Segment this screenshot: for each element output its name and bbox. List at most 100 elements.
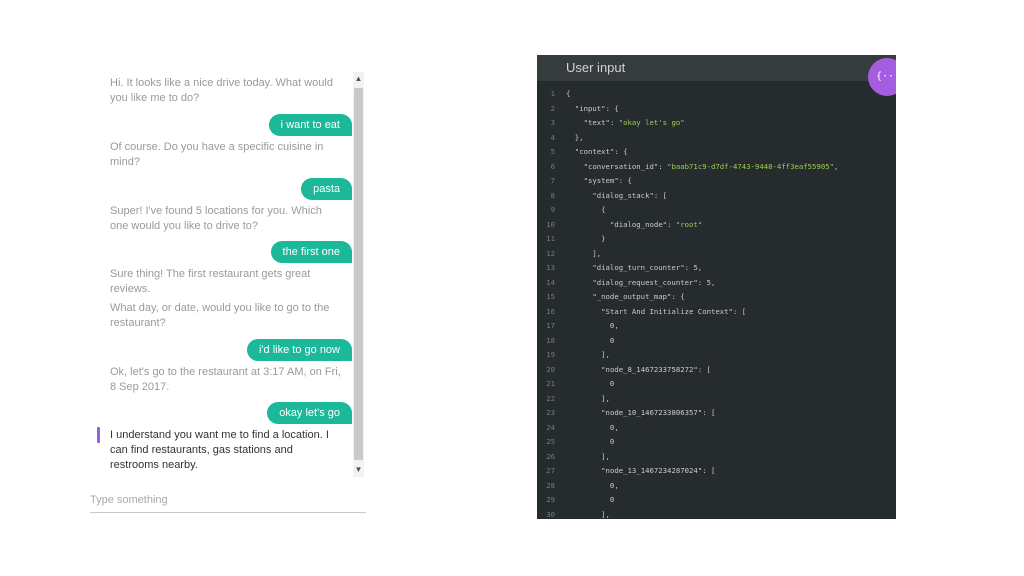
line-number: 20 bbox=[546, 364, 555, 374]
line-number: 25 bbox=[546, 437, 555, 446]
scroll-down-arrow-icon[interactable]: ▼ bbox=[353, 463, 364, 477]
code-text: ], bbox=[566, 248, 602, 258]
code-text: "dialog_turn_counter": 5, bbox=[592, 263, 703, 272]
scrollbar-thumb[interactable] bbox=[354, 88, 363, 460]
user-message: okay let's go bbox=[267, 402, 352, 424]
code-line: 8 "dialog_stack": [ bbox=[537, 189, 896, 204]
code-text: "node_10_1467233806357": [ bbox=[601, 408, 716, 417]
code-line: 22 ], bbox=[537, 392, 896, 407]
line-number: 8 bbox=[550, 190, 555, 200]
code-line: 19 ], bbox=[537, 348, 896, 363]
line-number: 2 bbox=[550, 103, 555, 113]
code-text: ], bbox=[566, 350, 610, 359]
line-number: 28 bbox=[546, 480, 555, 490]
line-number: 22 bbox=[546, 393, 555, 403]
bot-message: Sure thing! The first restaurant gets gr… bbox=[110, 268, 311, 295]
chat-message-list: Hi. It looks like a nice drive today. Wh… bbox=[90, 72, 352, 480]
code-line: 18 0 bbox=[537, 334, 896, 349]
code-line: 23 "node_10_1467233806357": [ bbox=[537, 406, 896, 421]
code-text: 0, bbox=[566, 321, 619, 330]
line-number: 6 bbox=[550, 161, 555, 171]
code-line: 11 } bbox=[537, 232, 896, 247]
code-text: ], bbox=[566, 451, 610, 461]
line-number: 11 bbox=[546, 234, 555, 243]
code-text: }, bbox=[566, 132, 584, 142]
bot-message: Super! I've found 5 locations for you. W… bbox=[110, 205, 322, 232]
code-line: 16 "Start And Initialize Context": [ bbox=[537, 305, 896, 320]
code-text: { bbox=[566, 89, 571, 98]
code-line: 29 0 bbox=[537, 493, 896, 508]
code-line: 15 "_node_output_map": { bbox=[537, 290, 896, 305]
line-number: 3 bbox=[550, 118, 555, 127]
latest-message-marker bbox=[97, 427, 100, 443]
code-line: 5 "context": { bbox=[537, 145, 896, 160]
line-number: 1 bbox=[550, 89, 555, 98]
code-line: 30 ], bbox=[537, 508, 896, 520]
line-number: 23 bbox=[546, 408, 555, 417]
line-number: 16 bbox=[546, 306, 555, 316]
chat-input[interactable] bbox=[90, 490, 360, 510]
line-number: 17 bbox=[546, 321, 555, 330]
code-text: "dialog_request_counter": 5, bbox=[592, 277, 716, 287]
line-number: 14 bbox=[546, 277, 555, 287]
line-number: 5 bbox=[550, 147, 555, 156]
code-line: 7 "system": { bbox=[537, 174, 896, 189]
user-message: i want to eat bbox=[268, 114, 352, 136]
code-text: ], bbox=[566, 393, 610, 403]
code-text: "dialog_stack": [ bbox=[592, 190, 668, 200]
code-text: 0 bbox=[566, 437, 615, 446]
code-line: 13 "dialog_turn_counter": 5, bbox=[537, 261, 896, 276]
code-text: 0 bbox=[566, 495, 615, 504]
json-panel-title: User input bbox=[566, 60, 626, 75]
line-number: 15 bbox=[546, 292, 555, 301]
code-line: 2 "input": { bbox=[537, 102, 896, 117]
line-number: 24 bbox=[546, 422, 555, 432]
line-number: 7 bbox=[550, 176, 555, 185]
bot-message: Ok, let's go to the restaurant at 3:17 A… bbox=[110, 366, 341, 393]
code-line: 27 "node_13_1467234287024": [ bbox=[537, 464, 896, 479]
code-line: 25 0 bbox=[537, 435, 896, 450]
json-panel-header: User input bbox=[537, 55, 896, 81]
code-text: "dialog_node": "root" bbox=[609, 219, 703, 229]
bot-message: Of course. Do you have a specific cuisin… bbox=[110, 141, 324, 168]
code-text: 0, bbox=[566, 480, 619, 490]
scroll-up-arrow-icon[interactable]: ▲ bbox=[353, 72, 364, 86]
bot-message: Hi. It looks like a nice drive today. Wh… bbox=[110, 77, 333, 104]
code-line: 20 "node_8_1467233758272": [ bbox=[537, 363, 896, 378]
code-text: "text": "okay let's go" bbox=[583, 118, 685, 127]
code-text: "conversation_id": "baab71c9-d7df-4743-9… bbox=[583, 161, 839, 171]
code-line: 1{ bbox=[537, 87, 896, 102]
code-line: 24 0, bbox=[537, 421, 896, 436]
code-line: 26 ], bbox=[537, 450, 896, 465]
json-code-view: 1{2 "input": {3 "text": "okay let's go" 4… bbox=[537, 87, 896, 519]
code-line: 21 0 bbox=[537, 377, 896, 392]
chat-input-row bbox=[90, 490, 366, 513]
line-number: 10 bbox=[546, 219, 555, 229]
line-number: 18 bbox=[546, 335, 555, 345]
code-text: 0 bbox=[566, 335, 615, 345]
bot-message: What day, or date, would you like to go … bbox=[110, 302, 330, 329]
bot-message-latest: I understand you want me to find a locat… bbox=[110, 429, 329, 471]
line-number: 9 bbox=[550, 205, 555, 214]
code-line: 9 { bbox=[537, 203, 896, 218]
code-text: { bbox=[566, 205, 606, 214]
user-message: i'd like to go now bbox=[247, 339, 352, 361]
line-number: 4 bbox=[550, 132, 555, 142]
code-text: "node_13_1467234287024": [ bbox=[601, 466, 716, 475]
code-line: 14 "dialog_request_counter": 5, bbox=[537, 276, 896, 291]
user-message: pasta bbox=[301, 178, 352, 200]
chat-scrollbar[interactable]: ▲ ▼ bbox=[353, 72, 364, 477]
code-text: "context": { bbox=[574, 147, 628, 156]
code-line: 10 "dialog_node": "root" bbox=[537, 218, 896, 233]
chat-panel: Hi. It looks like a nice drive today. Wh… bbox=[90, 72, 366, 520]
line-number: 27 bbox=[546, 466, 555, 475]
code-line: 3 "text": "okay let's go" bbox=[537, 116, 896, 131]
json-panel: User input {···} 1{2 "input": {3 "text":… bbox=[537, 55, 896, 519]
code-text: 0 bbox=[566, 379, 615, 388]
code-line: 12 ], bbox=[537, 247, 896, 262]
code-text: "Start And Initialize Context": [ bbox=[601, 306, 747, 316]
code-text: } bbox=[566, 234, 606, 243]
line-number: 30 bbox=[546, 509, 555, 519]
code-text: ], bbox=[566, 509, 610, 519]
code-line: 6 "conversation_id": "baab71c9-d7df-4743… bbox=[537, 160, 896, 175]
